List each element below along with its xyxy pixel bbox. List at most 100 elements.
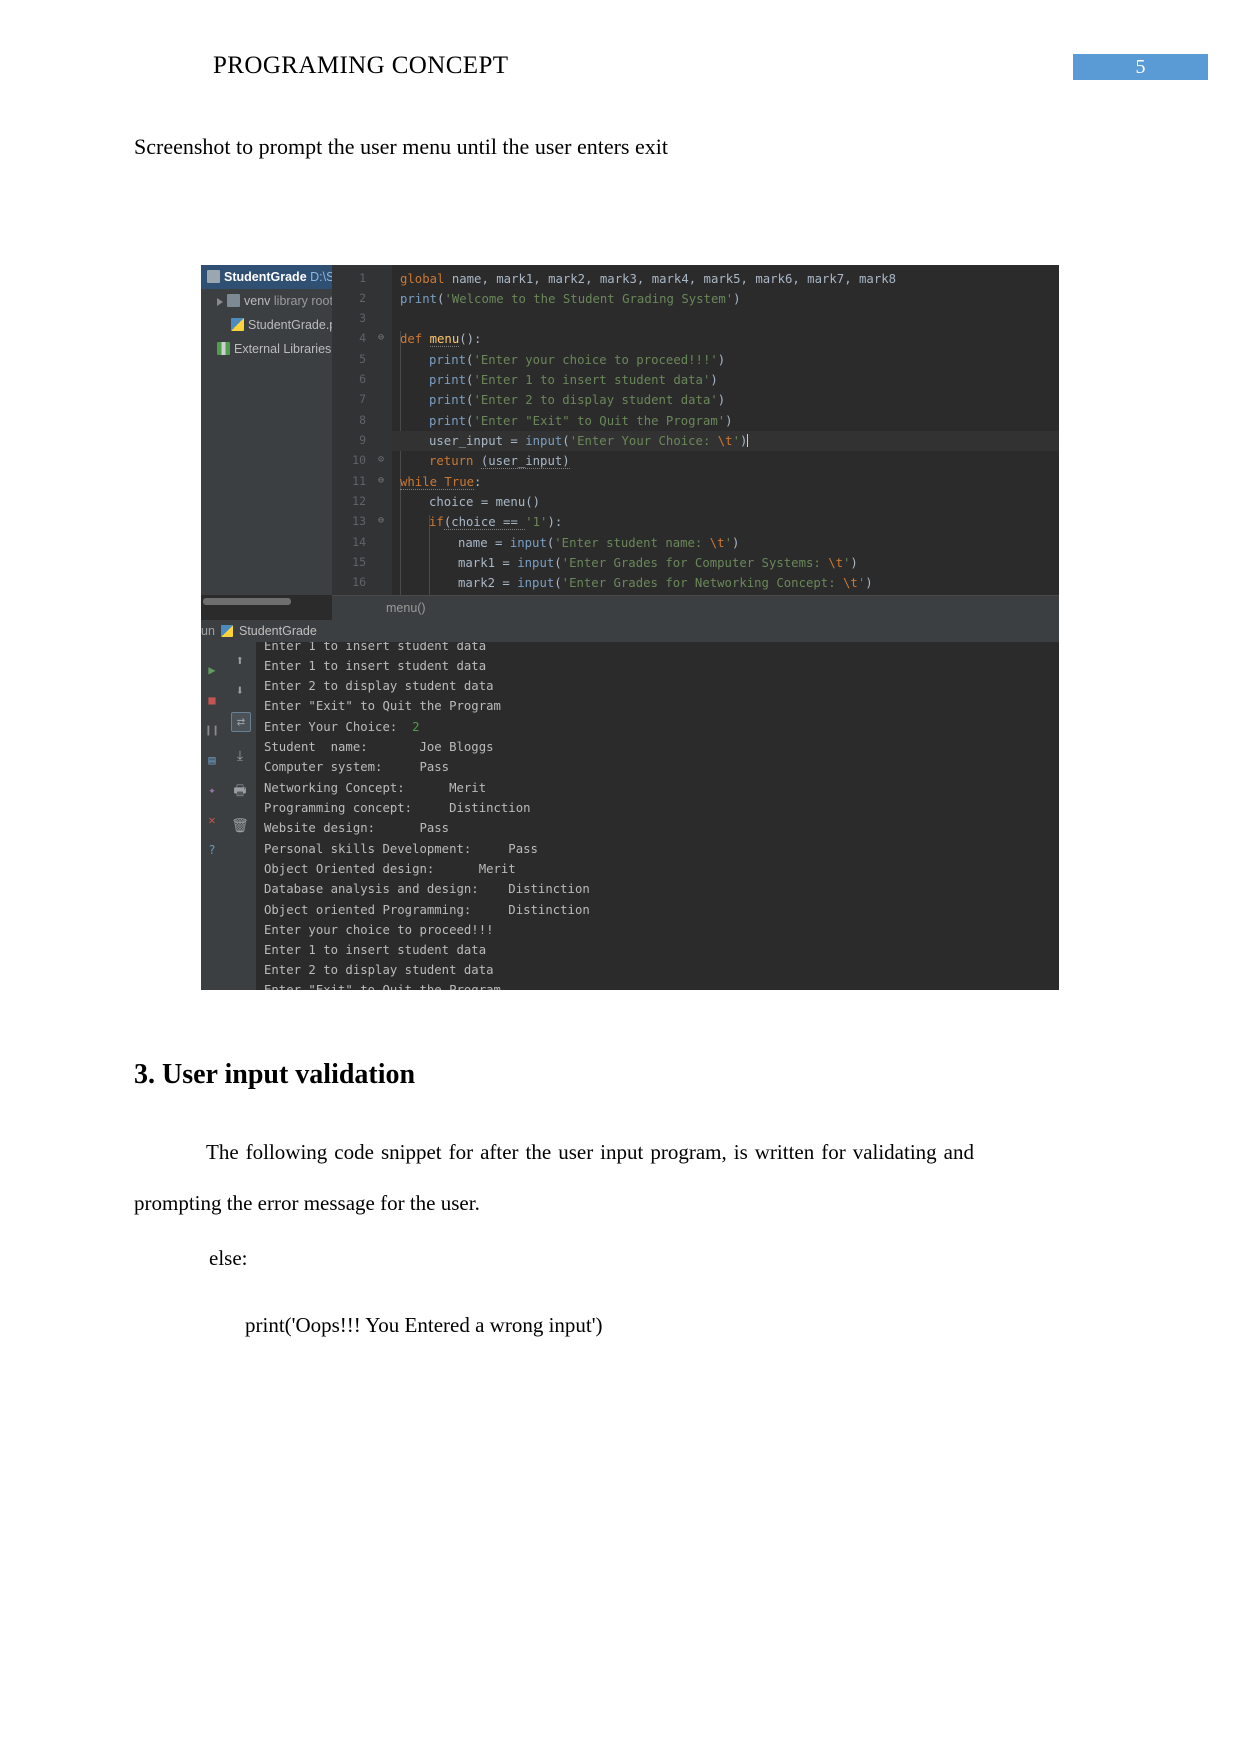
console-line: Enter "Exit" to Quit the Program [264, 699, 501, 713]
chevron-right-icon[interactable] [217, 297, 223, 306]
editor-line-number-gutter: 1 2 3 4 5 6 7 8 9 10 11 12 13 14 15 16 ⊖… [332, 265, 392, 595]
line-number: 1 [359, 271, 366, 285]
section-heading-user-input-validation: 3. User input validation [134, 1059, 416, 1090]
close-icon[interactable]: ✕ [204, 812, 220, 828]
page-title: PROGRAMING CONCEPT [213, 52, 509, 79]
ide-screenshot-image: StudentGrade D:\Stu venv library root St… [201, 265, 1059, 990]
code-fold-icon[interactable]: ⊝ [376, 455, 386, 465]
console-output[interactable]: Enter 1 to insert student data Enter 1 t… [256, 642, 1059, 990]
code-line-16: mark2 = input('Enter Grades for Networki… [458, 576, 873, 590]
clear-all-icon[interactable]: 🗑 [231, 817, 249, 835]
line-number: 3 [359, 311, 366, 325]
scroll-up-icon[interactable]: ⬆ [231, 652, 249, 670]
console-line: Personal skills Development: Pass [264, 842, 538, 856]
code-line-6: print('Enter 1 to insert student data') [429, 373, 718, 387]
code-line-5: print('Enter your choice to proceed!!!') [429, 353, 726, 367]
soft-wrap-icon[interactable]: ⇄ [231, 712, 251, 732]
help-icon[interactable]: ? [204, 842, 220, 858]
console-line: Enter 2 to display student data [264, 679, 494, 693]
console-line: Enter 1 to insert student data [264, 659, 487, 673]
code-line-12: choice = menu() [429, 495, 541, 509]
code-line-14: name = input('Enter student name: \t') [458, 536, 740, 550]
line-number: 13 [352, 514, 366, 528]
folder-icon [207, 270, 220, 283]
line-number: 11 [352, 474, 366, 488]
rerun-icon[interactable]: ▶ [204, 662, 220, 678]
project-item-venv[interactable]: venv library root [201, 289, 333, 313]
project-item-label: StudentGrade [224, 270, 307, 284]
section-paragraph: The following code snippet for after the… [134, 1140, 974, 1215]
ide-run-tool-window: un StudentGrade ▶ ■ ❙❙ ▤ ✦ ✕ ? ⬆ ⬇ ⇄ ⤓ 🖶… [201, 620, 1059, 990]
line-number: 10 [352, 453, 366, 467]
line-number: 2 [359, 291, 366, 305]
code-line-8: print('Enter "Exit" to Quit the Program'… [429, 414, 733, 428]
console-line: Programming concept: Distinction [264, 801, 531, 815]
libraries-icon [217, 342, 230, 355]
code-fold-icon[interactable]: ⊖ [376, 516, 386, 526]
project-item-studentgrade-py[interactable]: StudentGrade.py [201, 313, 343, 337]
console-user-input: 2 [412, 720, 420, 734]
line-number: 15 [352, 555, 366, 569]
project-tool-window[interactable]: StudentGrade D:\Stu venv library root St… [201, 265, 345, 605]
python-run-config-icon [221, 625, 233, 637]
console-line: Computer system: Pass [264, 760, 450, 774]
print-icon[interactable]: 🖶 [231, 782, 249, 800]
code-line-1: global name, mark1, mark2, mark3, mark4,… [400, 272, 897, 286]
filter-icon[interactable]: ▤ [204, 752, 220, 768]
console-line-text: Enter Your Choice: [264, 720, 413, 734]
code-line-10: return (user_input) [429, 454, 570, 469]
folder-icon [227, 294, 240, 307]
line-number: 16 [352, 575, 366, 589]
code-line-15: mark1 = input('Enter Grades for Computer… [458, 556, 858, 570]
pause-icon[interactable]: ❙❙ [204, 722, 220, 738]
page-header: PROGRAMING CONCEPT 5 [0, 0, 1241, 110]
line-number: 5 [359, 352, 366, 366]
console-line-choice: Enter Your Choice: 2 [264, 717, 419, 737]
console-side-toolbar: ⬆ ⬇ ⇄ ⤓ 🖶 🗑 [223, 642, 256, 990]
console-line: Enter 1 to insert student data [264, 943, 487, 957]
run-side-toolbar-left: ▶ ■ ❙❙ ▤ ✦ ✕ ? [201, 642, 223, 990]
console-line: Networking Concept: Merit [264, 781, 487, 795]
console-line: Student name: Joe Bloggs [264, 740, 494, 754]
console-line: Enter 1 to insert student data [264, 642, 487, 653]
scroll-down-icon[interactable]: ⬇ [231, 682, 249, 700]
ide-editor-zone: StudentGrade D:\Stu venv library root St… [201, 265, 1059, 621]
code-fold-icon[interactable]: ⊖ [376, 476, 386, 486]
snippet-line-print: print('Oops!!! You Entered a wrong input… [245, 1313, 603, 1337]
code-line-13: if(choice == '1'): [429, 515, 563, 530]
project-item-studentgrade[interactable]: StudentGrade D:\Stu [201, 265, 345, 289]
stop-icon[interactable]: ■ [204, 692, 220, 708]
line-number: 7 [359, 392, 366, 406]
indent-guide [400, 331, 401, 473]
console-line: Enter "Exit" to Quit the Program [264, 983, 501, 990]
export-icon[interactable]: ⤓ [231, 747, 249, 765]
settings-icon[interactable]: ✦ [204, 782, 220, 798]
project-item-label: External Libraries [234, 342, 332, 356]
line-number: 12 [352, 494, 366, 508]
code-editor-text-area[interactable]: global name, mark1, mark2, mark3, mark4,… [392, 265, 1059, 595]
code-line-4: def menu(): [400, 332, 482, 347]
console-line: Database analysis and design: Distinctio… [264, 882, 590, 896]
editor-breadcrumb[interactable]: menu() [332, 595, 1059, 621]
run-tab-studentgrade[interactable]: StudentGrade [239, 620, 317, 642]
project-panel-scrollbar[interactable] [203, 598, 291, 605]
line-number: 8 [359, 413, 366, 427]
snippet-line-else: else: [209, 1246, 248, 1270]
project-item-external-libraries[interactable]: External Libraries [201, 337, 332, 361]
line-number: 14 [352, 535, 366, 549]
run-tab-bar: un StudentGrade [201, 620, 1059, 642]
project-item-label: venv [244, 294, 271, 308]
console-line: Website design: Pass [264, 821, 450, 835]
line-number: 6 [359, 372, 366, 386]
code-line-11: while True: [400, 475, 482, 490]
line-number: 9 [359, 433, 366, 447]
console-line: Enter 2 to display student data [264, 963, 494, 977]
project-item-label: StudentGrade.py [248, 318, 343, 332]
code-fold-icon[interactable]: ⊖ [376, 333, 386, 343]
run-window-label: un [201, 624, 215, 638]
screenshot-caption: Screenshot to prompt the user menu until… [134, 134, 668, 159]
line-number: 4 [359, 331, 366, 345]
code-line-9-highlight: user_input = input('Enter Your Choice: \… [392, 431, 1059, 452]
code-line-7: print('Enter 2 to display student data') [429, 393, 726, 407]
console-line: Enter your choice to proceed!!! [264, 923, 494, 937]
